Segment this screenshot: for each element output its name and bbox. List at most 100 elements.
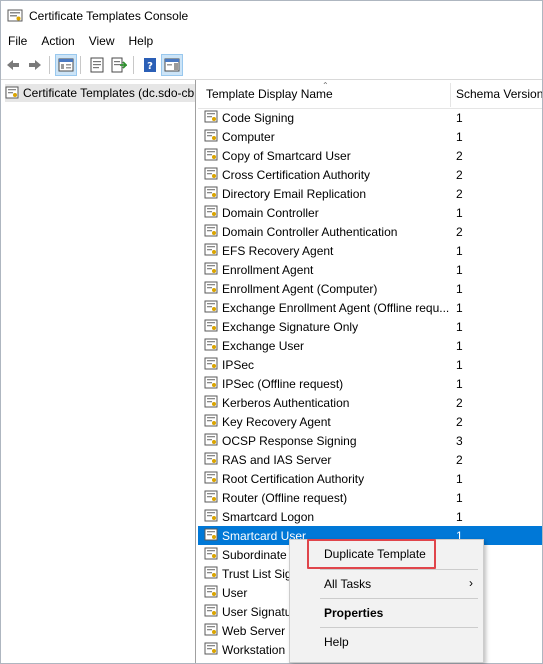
column-header-template-display-name[interactable]: Template Display Name	[206, 87, 333, 101]
svg-text:?: ?	[147, 61, 153, 72]
table-row[interactable]: Domain Controller Authentication 2	[198, 222, 542, 241]
show-hide-action-pane-button[interactable]	[161, 54, 183, 76]
table-row[interactable]: IPSec 1	[198, 355, 542, 374]
forward-button[interactable]	[25, 55, 45, 75]
column-header-schema-version[interactable]: Schema Version	[456, 87, 542, 101]
certificate-template-icon	[204, 452, 218, 466]
certificate-template-icon	[204, 319, 218, 333]
table-row[interactable]: Router (Offline request) 1	[198, 488, 542, 507]
schema-version: 1	[456, 111, 463, 125]
chevron-right-icon: ›	[469, 576, 473, 590]
console-window: Certificate Templates Console File Actio…	[0, 0, 543, 664]
schema-version: 1	[456, 377, 463, 391]
table-row[interactable]: Enrollment Agent 1	[198, 260, 542, 279]
certificate-template-icon	[204, 433, 218, 447]
menu-item-help[interactable]: Help	[290, 628, 483, 656]
toolbar-separator	[133, 56, 134, 74]
show-hide-tree-button[interactable]	[55, 54, 77, 76]
show-hide-tree-icon	[58, 58, 74, 72]
menu-item-label: Properties	[324, 606, 384, 620]
certificate-template-icon	[204, 243, 218, 257]
table-row[interactable]: Computer 1	[198, 127, 542, 146]
table-row[interactable]: Kerberos Authentication 2	[198, 393, 542, 412]
template-name: Cross Certification Authority	[222, 168, 371, 182]
schema-version: 2	[456, 225, 463, 239]
tree-item-certificate-templates[interactable]: Certificate Templates (dc.sdo-cb	[5, 84, 195, 102]
template-name: EFS Recovery Agent	[222, 244, 334, 258]
column-divider[interactable]	[450, 83, 451, 107]
schema-version: 1	[456, 301, 463, 315]
template-name: Root Certification Authority	[222, 472, 365, 486]
column-header-row: ⌃ Template Display Name Schema Version	[198, 80, 542, 109]
certificate-template-icon	[204, 376, 218, 390]
template-name: Enrollment Agent (Computer)	[222, 282, 378, 296]
schema-version: 1	[456, 510, 463, 524]
schema-version: 1	[456, 358, 463, 372]
table-row[interactable]: EFS Recovery Agent 1	[198, 241, 542, 260]
schema-version: 2	[456, 396, 463, 410]
certificate-template-icon	[204, 338, 218, 352]
certificate-template-icon	[204, 395, 218, 409]
template-name: Key Recovery Agent	[222, 415, 331, 429]
certificate-template-icon	[204, 129, 218, 143]
schema-version: 2	[456, 415, 463, 429]
toolbar-separator	[49, 56, 50, 74]
tree-pane: Certificate Templates (dc.sdo-cb	[1, 80, 196, 663]
schema-version: 3	[456, 434, 463, 448]
properties-button[interactable]	[87, 55, 107, 75]
menu-item-all-tasks[interactable]: All Tasks ›	[290, 570, 483, 598]
menu-action[interactable]: Action	[34, 34, 81, 48]
certificate-template-icon	[204, 509, 218, 523]
certificate-template-icon	[204, 281, 218, 295]
certificate-template-icon	[204, 585, 218, 599]
table-row[interactable]: Directory Email Replication 2	[198, 184, 542, 203]
schema-version: 1	[456, 282, 463, 296]
template-name: Smartcard Logon	[222, 510, 315, 524]
table-row[interactable]: IPSec (Offline request) 1	[198, 374, 542, 393]
template-name: IPSec	[222, 358, 255, 372]
callout-highlight-box	[307, 539, 436, 569]
menu-view[interactable]: View	[82, 34, 122, 48]
table-row[interactable]: RAS and IAS Server 2	[198, 450, 542, 469]
template-name: Domain Controller Authentication	[222, 225, 398, 239]
schema-version: 2	[456, 168, 463, 182]
table-row[interactable]: Key Recovery Agent 2	[198, 412, 542, 431]
window-title: Certificate Templates Console	[29, 9, 189, 23]
certificate-console-icon	[7, 9, 23, 22]
menu-item-properties[interactable]: Properties	[290, 599, 483, 627]
title-bar: Certificate Templates Console	[1, 1, 542, 31]
show-hide-action-pane-icon	[164, 58, 180, 72]
schema-version: 1	[456, 263, 463, 277]
template-name: OCSP Response Signing	[222, 434, 357, 448]
table-row[interactable]: Smartcard Logon 1	[198, 507, 542, 526]
template-name: RAS and IAS Server	[222, 453, 332, 467]
certificate-template-icon	[204, 224, 218, 238]
schema-version: 1	[456, 244, 463, 258]
certificate-template-icon	[204, 471, 218, 485]
table-row[interactable]: Exchange User 1	[198, 336, 542, 355]
export-list-icon	[111, 57, 127, 73]
table-row[interactable]: Cross Certification Authority 2	[198, 165, 542, 184]
table-row[interactable]: Exchange Enrollment Agent (Offline requ.…	[198, 298, 542, 317]
table-row[interactable]: Domain Controller 1	[198, 203, 542, 222]
table-row[interactable]: Exchange Signature Only 1	[198, 317, 542, 336]
table-row[interactable]: OCSP Response Signing 3	[198, 431, 542, 450]
table-row[interactable]: Root Certification Authority 1	[198, 469, 542, 488]
table-row[interactable]: Code Signing 1	[198, 108, 542, 127]
back-button[interactable]	[3, 55, 23, 75]
template-name: Exchange Signature Only	[222, 320, 359, 334]
menu-file[interactable]: File	[1, 34, 34, 48]
certificate-template-icon	[204, 547, 218, 561]
menu-help[interactable]: Help	[122, 34, 161, 48]
table-row[interactable]: Copy of Smartcard User 2	[198, 146, 542, 165]
certificate-template-icon	[204, 300, 218, 314]
export-list-button[interactable]	[109, 55, 129, 75]
schema-version: 2	[456, 453, 463, 467]
certificate-template-icon	[204, 642, 218, 656]
toolbar-separator	[80, 56, 81, 74]
table-row[interactable]: Enrollment Agent (Computer) 1	[198, 279, 542, 298]
help-button[interactable]: ?	[140, 55, 160, 75]
certificate-templates-icon	[5, 86, 19, 99]
schema-version: 1	[456, 206, 463, 220]
certificate-template-icon	[204, 205, 218, 219]
